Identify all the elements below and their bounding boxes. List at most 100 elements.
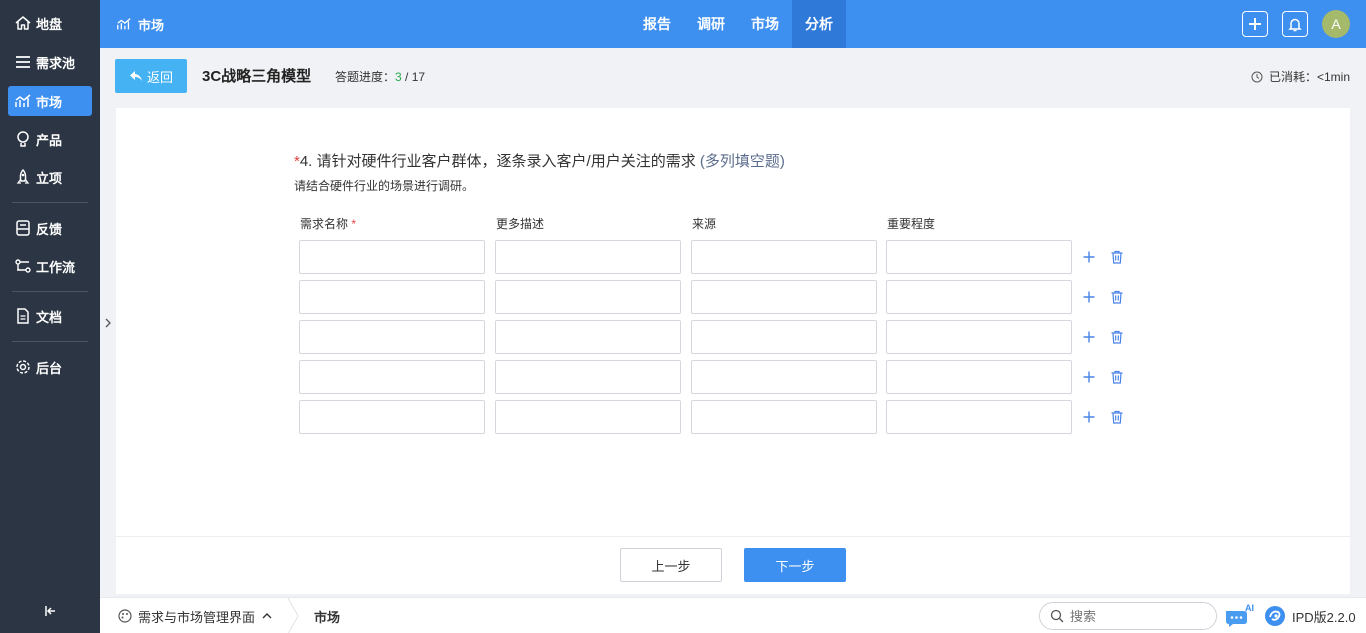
breadcrumb-root[interactable]: 需求与市场管理界面 [118, 598, 279, 633]
answer-cell-input[interactable] [691, 240, 877, 274]
plus-icon [1249, 18, 1261, 30]
sidebar-item-requirement-pool[interactable]: 需求池 [8, 47, 92, 77]
sidebar-item-label: 反馈 [36, 221, 63, 237]
sidebar-collapse-button[interactable] [40, 601, 60, 621]
breadcrumb-root-label: 需求与市场管理界面 [138, 609, 256, 625]
market-chart-icon [117, 18, 131, 30]
lightbulb-icon [17, 131, 29, 147]
question-text: 4. 请针对硬件行业客户群体，逐条录入客户/用户关注的需求 [299, 153, 696, 170]
back-arrow-icon [129, 71, 142, 81]
answer-cell-input[interactable] [495, 400, 681, 434]
question-title: *4. 请针对硬件行业客户群体，逐条录入客户/用户关注的需求 (多列填空题) [294, 150, 785, 171]
column-header-source: 来源 [692, 217, 717, 231]
sidebar-item-label: 地盘 [36, 16, 63, 32]
document-icon [17, 308, 29, 324]
sidebar-item-label: 产品 [36, 132, 63, 148]
plus-icon [1083, 371, 1095, 383]
nav-tab-market[interactable]: 市场 [738, 0, 792, 48]
answer-cell-input[interactable] [886, 360, 1072, 394]
add-button[interactable] [1242, 11, 1268, 37]
question-description: 请结合硬件行业的场景进行调研。 [294, 179, 475, 193]
ai-label: AI [1245, 603, 1254, 613]
answer-cell-input[interactable] [299, 240, 485, 274]
column-header-requirement-name: 需求名称 * [300, 215, 356, 232]
clock-icon [1251, 71, 1263, 82]
trash-icon [1111, 410, 1123, 424]
workflow-icon [15, 259, 31, 273]
add-row-button[interactable] [1080, 248, 1098, 266]
delete-row-button[interactable] [1108, 408, 1126, 426]
plus-icon [1083, 411, 1095, 423]
answer-cell-input[interactable] [691, 360, 877, 394]
column-header-importance: 重要程度 [887, 217, 936, 231]
delete-row-button[interactable] [1108, 248, 1126, 266]
answer-cell-input[interactable] [691, 280, 877, 314]
nav-tab-research[interactable]: 调研 [684, 0, 738, 48]
sidebar-item-project-setup[interactable]: 立项 [8, 162, 92, 192]
sidebar-item-admin[interactable]: 后台 [8, 352, 92, 382]
answer-cell-input[interactable] [495, 360, 681, 394]
answer-cell-input[interactable] [299, 320, 485, 354]
required-mark: * [351, 217, 357, 231]
sidebar-item-market[interactable]: 市场 [8, 86, 92, 116]
sidebar-divider [12, 291, 88, 292]
question-type: (多列填空题) [695, 153, 785, 170]
version-info: IPD版2.2.0 [1264, 598, 1356, 633]
delete-row-button[interactable] [1108, 368, 1126, 386]
search-input[interactable] [1070, 608, 1200, 624]
module-title: 市场 [138, 17, 165, 33]
add-row-button[interactable] [1080, 368, 1098, 386]
answer-cell-input[interactable] [299, 400, 485, 434]
sidebar-item-workflow[interactable]: 工作流 [8, 251, 92, 281]
divider [116, 536, 1350, 537]
top-actions: A [1228, 0, 1350, 48]
back-button[interactable]: 返回 [115, 59, 187, 93]
sidebar-item-label: 文档 [36, 309, 63, 325]
question-card: *4. 请针对硬件行业客户群体，逐条录入客户/用户关注的需求 (多列填空题) 请… [116, 108, 1350, 594]
trash-icon [1111, 250, 1123, 264]
progress-label: 答题进度： [335, 70, 396, 84]
page-header: 返回 3C战略三角模型 答题进度：3 / 17 已消耗：<1min [100, 48, 1366, 104]
answer-cell-input[interactable] [299, 360, 485, 394]
sidebar-item-label: 工作流 [36, 259, 76, 275]
answer-cell-input[interactable] [495, 280, 681, 314]
elapsed-time: 已消耗：<1min [1251, 68, 1350, 85]
add-row-button[interactable] [1080, 408, 1098, 426]
answer-cell-input[interactable] [691, 400, 877, 434]
add-row-button[interactable] [1080, 288, 1098, 306]
notifications-button[interactable] [1282, 11, 1308, 37]
answer-cell-input[interactable] [299, 280, 485, 314]
prev-step-button[interactable]: 上一步 [620, 548, 722, 582]
breadcrumb-separator [287, 598, 299, 633]
gear-icon [16, 360, 30, 374]
sidebar-item-feedback[interactable]: 反馈 [8, 213, 92, 243]
sidebar-item-documents[interactable]: 文档 [8, 301, 92, 331]
breadcrumb-current: 市场 [314, 609, 341, 625]
next-step-button[interactable]: 下一步 [744, 548, 846, 582]
answer-cell-input[interactable] [886, 280, 1072, 314]
add-row-button[interactable] [1080, 328, 1098, 346]
progress-current: 3 [395, 70, 402, 84]
nav-tab-report[interactable]: 报告 [630, 0, 684, 48]
answer-cell-input[interactable] [691, 320, 877, 354]
sidebar-item-home[interactable]: 地盘 [8, 8, 92, 38]
answer-cell-input[interactable] [886, 400, 1072, 434]
answer-progress: 答题进度：3 / 17 [335, 68, 425, 85]
back-button-label: 返回 [146, 69, 173, 85]
ai-assistant-icon[interactable]: AI [1224, 603, 1254, 629]
answer-cell-input[interactable] [495, 240, 681, 274]
elapsed-label: 已消耗：<1min [1268, 70, 1350, 84]
trash-icon [1111, 370, 1123, 384]
answer-cell-input[interactable] [886, 240, 1072, 274]
answer-cell-input[interactable] [886, 320, 1072, 354]
answer-cell-input[interactable] [495, 320, 681, 354]
avatar[interactable]: A [1322, 10, 1350, 38]
delete-row-button[interactable] [1108, 328, 1126, 346]
sidebar-item-product[interactable]: 产品 [8, 124, 92, 154]
sidebar-divider [12, 202, 88, 203]
top-bar: 市场 报告 调研 市场 分析 A [100, 0, 1366, 48]
palette-icon [118, 609, 132, 623]
delete-row-button[interactable] [1108, 288, 1126, 306]
nav-tab-analysis[interactable]: 分析 [792, 0, 846, 48]
expand-panel-toggle[interactable] [101, 310, 115, 336]
